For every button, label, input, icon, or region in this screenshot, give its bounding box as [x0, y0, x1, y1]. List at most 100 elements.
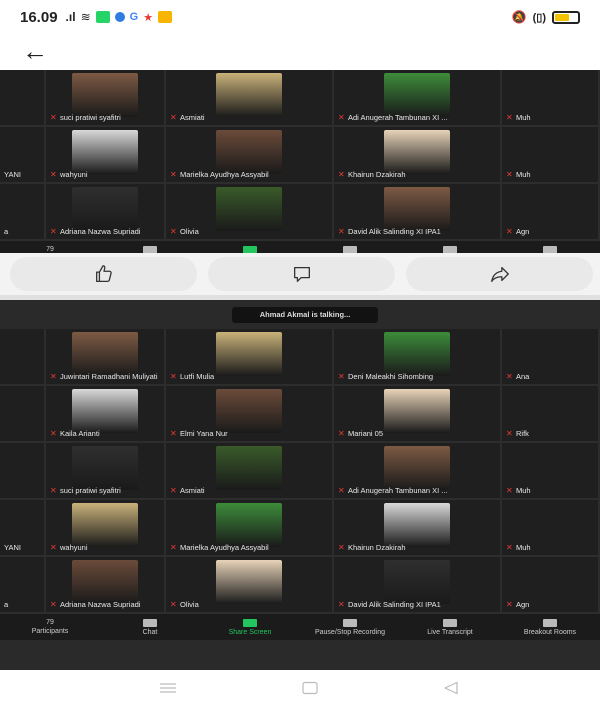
- control-participants[interactable]: 79Participants: [0, 614, 100, 640]
- participant-tile[interactable]: ✕ Olivia: [166, 557, 334, 614]
- status-time: 16.09: [20, 8, 58, 26]
- participant-video: [216, 560, 282, 604]
- participant-tile[interactable]: ✕ David Alik Salinding XI IPA1: [334, 557, 502, 614]
- participant-tile[interactable]: ✕ Muh: [502, 127, 600, 184]
- participant-name: Adi Anugerah Tambunan XI ...: [348, 486, 448, 495]
- control-icon: [543, 245, 557, 253]
- control-live-transcript[interactable]: Live Transcript: [400, 614, 500, 640]
- participant-name: Olivia: [180, 600, 199, 609]
- participant-name-tag: ✕ Marielka Ayudhya Assyabil: [170, 543, 269, 552]
- participant-tile[interactable]: ✕ Asmiati: [166, 70, 334, 127]
- participant-tile[interactable]: [0, 386, 46, 443]
- participant-tile[interactable]: [0, 329, 46, 386]
- participant-name-tag: ✕ Asmiati: [170, 486, 205, 495]
- back-nav-icon[interactable]: [442, 681, 460, 695]
- participant-video: [216, 503, 282, 547]
- participant-tile[interactable]: ✕ Khairun Dzakirah: [334, 500, 502, 557]
- participant-tile[interactable]: ✕ David Alik Salinding XI IPA1: [334, 184, 502, 241]
- muted-mic-icon: ✕: [170, 112, 177, 122]
- participant-tile[interactable]: ✕ Muh: [502, 70, 600, 127]
- control-breakout-rooms[interactable]: Breakout Rooms: [500, 614, 600, 640]
- share-button[interactable]: [406, 257, 593, 291]
- menu-nav-icon[interactable]: [158, 681, 178, 695]
- participant-name-tag: ✕ Mariani 05: [338, 429, 383, 438]
- participant-tile[interactable]: ✕ Adi Anugerah Tambunan XI ...: [334, 443, 502, 500]
- control-chat[interactable]: Chat: [100, 241, 200, 253]
- participant-tile[interactable]: ✕ Agn: [502, 557, 600, 614]
- participant-tile[interactable]: [0, 70, 46, 127]
- participant-name: David Alik Salinding XI IPA1: [348, 600, 441, 609]
- participant-tile[interactable]: ✕ Marielka Ayudhya Assyabil: [166, 127, 334, 184]
- participant-name-tag: ✕ Muh: [506, 113, 531, 122]
- participant-tile[interactable]: ✕ Adi Anugerah Tambunan XI ...: [334, 70, 502, 127]
- participant-video: [216, 332, 282, 376]
- participant-tile[interactable]: ✕ Lutfi Mulia: [166, 329, 334, 386]
- muted-mic-icon: ✕: [506, 542, 513, 552]
- control-pause-stop-recording[interactable]: Pause/Stop Recording: [300, 614, 400, 640]
- participant-tile[interactable]: ✕ Juwintari Ramadhani Muliyati: [46, 329, 166, 386]
- participant-tile[interactable]: a: [0, 557, 46, 614]
- status-right: 🔕 (▯): [512, 10, 580, 24]
- participant-name: Adriana Nazwa Supriadi: [60, 227, 141, 236]
- home-nav-icon[interactable]: [301, 681, 319, 695]
- participant-tile[interactable]: ✕ suci pratiwi syafitri: [46, 70, 166, 127]
- participant-video: [72, 73, 138, 117]
- participant-tile[interactable]: ✕ Deni Maleakhi Sihombing: [334, 329, 502, 386]
- post-actions: [0, 253, 600, 295]
- control-live-transcript[interactable]: Live Transcript: [400, 241, 500, 253]
- participant-name: Elmi Yana Nur: [180, 429, 228, 438]
- control-chat[interactable]: Chat: [100, 614, 200, 640]
- participant-row: ✕ Juwintari Ramadhani Muliyati ✕ Lutfi Muli…: [0, 329, 600, 386]
- participant-tile[interactable]: ✕ Elmi Yana Nur: [166, 386, 334, 443]
- vibrate-icon: (▯): [532, 11, 546, 24]
- control-pause-stop-recording[interactable]: Pause/Stop Recording: [300, 241, 400, 253]
- participant-tile[interactable]: ✕ Khairun Dzakirah: [334, 127, 502, 184]
- participant-tile[interactable]: ✕ wahyuni: [46, 500, 166, 557]
- participant-name: Lutfi Mulia: [180, 372, 215, 381]
- control-participants[interactable]: 79Participants: [0, 241, 100, 253]
- participant-tile[interactable]: ✕ Marielka Ayudhya Assyabil: [166, 500, 334, 557]
- participant-video: [384, 187, 450, 231]
- participant-tile[interactable]: ✕ Ana: [502, 329, 600, 386]
- participant-tile[interactable]: ✕ Adriana Nazwa Supriadi: [46, 184, 166, 241]
- participant-row: ✕ suci pratiwi syafitri ✕ Asmiati ✕ Adi Anuge…: [0, 443, 600, 500]
- muted-mic-icon: ✕: [506, 371, 513, 381]
- muted-mic-icon: ✕: [50, 226, 57, 236]
- control-breakout-rooms[interactable]: Breakout Rooms: [500, 241, 600, 253]
- participant-tile[interactable]: ✕ Muh: [502, 443, 600, 500]
- like-button[interactable]: [10, 257, 197, 291]
- participant-tile[interactable]: ✕ Agn: [502, 184, 600, 241]
- back-arrow-icon[interactable]: ←: [22, 38, 48, 64]
- participant-tile[interactable]: ✕ suci pratiwi syafitri: [46, 443, 166, 500]
- participant-tile[interactable]: YANI: [0, 127, 46, 184]
- participant-tile[interactable]: ✕ Olivia: [166, 184, 334, 241]
- participant-tile[interactable]: ✕ wahyuni: [46, 127, 166, 184]
- participant-name: Asmiati: [180, 486, 205, 495]
- participant-name: Muh: [516, 170, 531, 179]
- comment-icon: [293, 266, 310, 282]
- participant-tile[interactable]: ✕ Rifk: [502, 386, 600, 443]
- messaging-app-icon: [95, 11, 110, 23]
- control-share-screen[interactable]: Share Screen: [200, 614, 300, 640]
- muted-mic-icon: ✕: [506, 485, 513, 495]
- participant-video: [216, 73, 282, 117]
- participant-name: Agn: [516, 600, 530, 609]
- control-icon: [243, 245, 257, 253]
- participant-tile[interactable]: YANI: [0, 500, 46, 557]
- participant-name: Rifk: [516, 429, 529, 438]
- participant-tile[interactable]: [0, 443, 46, 500]
- wifi-icon: ≋: [80, 10, 91, 24]
- participant-tile[interactable]: a: [0, 184, 46, 241]
- control-icon: 79: [46, 619, 54, 626]
- participant-video: [72, 130, 138, 174]
- control-share-screen[interactable]: Share Screen: [200, 241, 300, 253]
- participant-tile[interactable]: ✕ Adriana Nazwa Supriadi: [46, 557, 166, 614]
- participant-tile[interactable]: ✕ Muh: [502, 500, 600, 557]
- participant-tile[interactable]: ✕ Asmiati: [166, 443, 334, 500]
- participant-tile[interactable]: ✕ Mariani 05: [334, 386, 502, 443]
- participant-video: [216, 187, 282, 231]
- participant-name-tag: ✕ David Alik Salinding XI IPA1: [338, 600, 441, 609]
- comment-button[interactable]: [208, 257, 395, 291]
- participant-tile[interactable]: ✕ Kaila Arianti: [46, 386, 166, 443]
- participant-name-tag: ✕ Olivia: [170, 227, 199, 236]
